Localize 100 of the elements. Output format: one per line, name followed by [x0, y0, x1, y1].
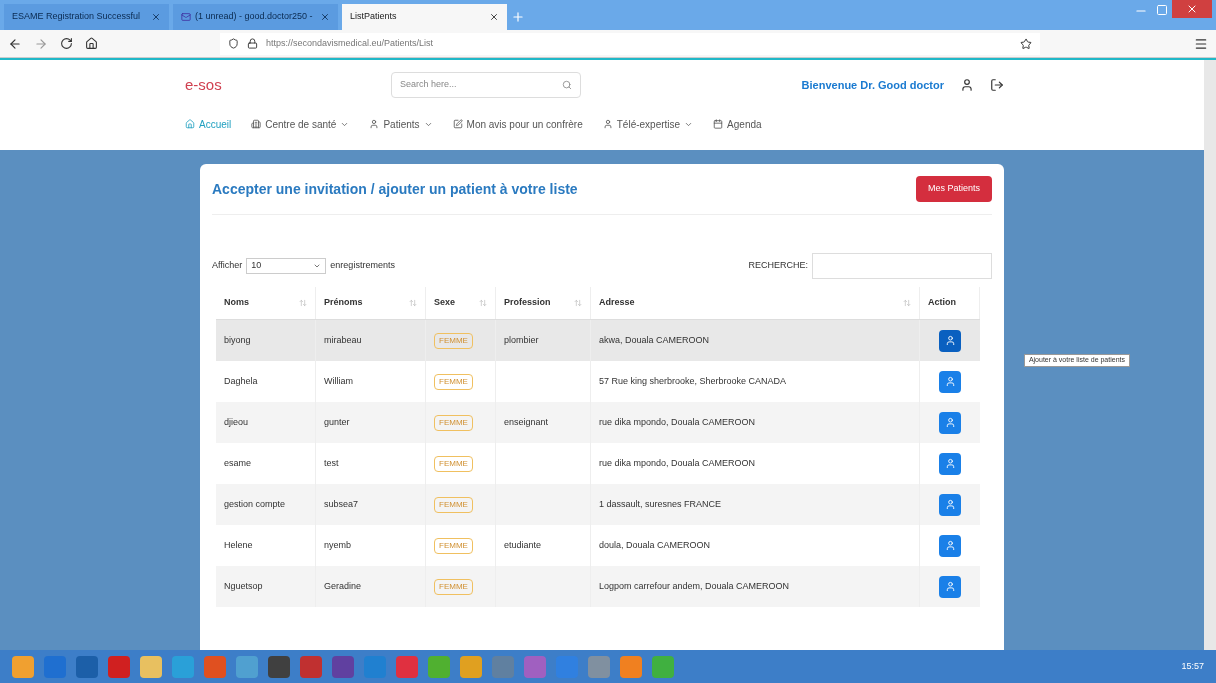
table-search-field[interactable]	[812, 253, 992, 279]
close-icon[interactable]	[489, 12, 499, 22]
tab-title: ListPatients	[350, 10, 398, 24]
table-cell-text: Nguetsop	[224, 579, 263, 593]
add-patient-button[interactable]	[939, 493, 961, 516]
back-icon[interactable]	[8, 36, 22, 51]
sex-badge: FEMME	[434, 373, 473, 390]
app-icon[interactable]	[524, 655, 546, 678]
search-field[interactable]: Search here...	[391, 72, 581, 98]
nav-icon	[185, 119, 195, 129]
card-title: Accepter une invitation / ajouter un patient à votre liste	[212, 179, 578, 199]
my-patients-button[interactable]: Mes Patients	[915, 176, 992, 202]
lock-icon	[247, 38, 258, 49]
app-icon[interactable]	[396, 655, 418, 678]
scrollbar[interactable]	[1204, 60, 1216, 650]
app-icon[interactable]	[12, 655, 34, 678]
table-row[interactable]: djieou gunter FEMME enseignant rue dika mpondo, Douala CAMEROON	[216, 402, 980, 443]
nav-item[interactable]: Télé-expertise	[616, 116, 681, 132]
entries-select[interactable]: 10	[246, 258, 327, 274]
table-cell-text: mirabeau	[324, 333, 362, 347]
app-icon[interactable]	[172, 655, 194, 678]
sex-badge: FEMME	[434, 537, 473, 554]
user-icon	[944, 540, 956, 551]
table-cell-text: gestion compte	[224, 497, 286, 511]
app-icon[interactable]	[236, 655, 258, 678]
show-label: Afficher	[212, 259, 243, 273]
column-header[interactable]: Prénoms	[316, 287, 426, 319]
nav-icon	[452, 119, 463, 129]
add-patient-button[interactable]	[939, 534, 961, 557]
app-icon[interactable]	[332, 655, 354, 678]
tab-title: ESAME Registration Successful	[12, 10, 142, 24]
app-icon[interactable]	[652, 655, 674, 678]
reload-icon[interactable]	[60, 37, 73, 50]
user-icon	[944, 376, 956, 387]
tab-title: (1 unread) - good.doctor250 -	[195, 10, 314, 24]
table-cell-text: etudiante	[504, 538, 542, 552]
menu-icon[interactable]	[1194, 36, 1208, 51]
user-icon[interactable]	[960, 78, 974, 92]
app-icon[interactable]	[588, 655, 610, 678]
close-icon[interactable]	[151, 12, 161, 22]
app-icon[interactable]	[140, 655, 162, 678]
sort-icon	[574, 299, 582, 307]
table-row[interactable]: Nguetsop Geradine FEMME Logpom carrefour andem, Douala CAMEROON	[216, 566, 980, 607]
home-icon[interactable]	[85, 37, 98, 50]
column-header[interactable]: Action	[920, 287, 980, 319]
table-cell-text: rue dika mpondo, Douala CAMEROON	[599, 456, 756, 470]
user-icon	[944, 458, 956, 469]
sex-badge: FEMME	[434, 455, 473, 472]
app-icon[interactable]	[556, 655, 578, 678]
close-window-button[interactable]	[1172, 0, 1212, 18]
table-cell-text: Helene	[224, 538, 253, 552]
logout-icon[interactable]	[990, 78, 1004, 92]
table-cell-text: enseignant	[504, 415, 549, 429]
forward-icon[interactable]	[34, 36, 48, 51]
nav-item[interactable]: Patients	[383, 116, 420, 132]
sex-badge: FEMME	[434, 332, 473, 349]
nav-item[interactable]: Mon avis pour un confrère	[466, 116, 583, 132]
column-header[interactable]: Profession	[496, 287, 591, 319]
table-cell-text: Geradine	[324, 579, 362, 593]
add-patient-button[interactable]	[939, 452, 961, 475]
app-icon[interactable]	[300, 655, 322, 678]
column-header[interactable]: Adresse	[591, 287, 920, 319]
add-patient-button[interactable]	[939, 370, 961, 393]
new-tab-icon[interactable]	[511, 10, 525, 24]
site-logo[interactable]: e-sos	[185, 73, 375, 97]
table-cell-text: akwa, Douala CAMEROON	[599, 333, 710, 347]
mail-icon	[181, 12, 191, 22]
browser-tab[interactable]: ListPatients	[342, 4, 507, 30]
nav-icon	[713, 119, 724, 129]
clock-text: 15:57	[1181, 659, 1204, 673]
nav-item[interactable]: Centre de santé	[265, 116, 337, 132]
sort-icon	[903, 299, 911, 307]
app-icon[interactable]	[460, 655, 482, 678]
entries-label: enregistrements	[330, 259, 395, 273]
sex-badge: FEMME	[434, 578, 473, 595]
add-patient-button[interactable]	[939, 575, 961, 598]
nav-icon	[602, 119, 613, 129]
app-icon[interactable]	[76, 655, 98, 678]
app-icon[interactable]	[44, 655, 66, 678]
table-cell-text: Daghela	[224, 374, 258, 388]
app-icon[interactable]	[268, 655, 290, 678]
browser-tab[interactable]: (1 unread) - good.doctor250 -	[173, 4, 338, 30]
table-cell-text: esame	[224, 456, 251, 470]
browser-tab[interactable]: ESAME Registration Successful	[4, 4, 169, 30]
user-icon	[944, 581, 956, 592]
app-icon[interactable]	[428, 655, 450, 678]
add-patient-button[interactable]	[939, 411, 961, 434]
table-row[interactable]: gestion compte subsea7 FEMME 1 dassault, suresnes FRANCE	[216, 484, 980, 525]
table-cell-text: rue dika mpondo, Douala CAMEROON	[599, 415, 756, 429]
star-icon[interactable]	[1020, 37, 1032, 50]
column-header[interactable]: Sexe	[426, 287, 496, 319]
app-icon[interactable]	[108, 655, 130, 678]
address-bar[interactable]: https://secondavismedical.eu/Patients/List	[220, 32, 1040, 55]
close-icon[interactable]	[320, 12, 330, 22]
add-patient-button[interactable]	[939, 329, 961, 352]
app-icon[interactable]	[620, 655, 642, 678]
app-icon[interactable]	[204, 655, 226, 678]
maximize-icon[interactable]	[1156, 4, 1168, 16]
nav-item[interactable]: Agenda	[727, 116, 762, 132]
column-header[interactable]: Noms	[216, 287, 316, 319]
